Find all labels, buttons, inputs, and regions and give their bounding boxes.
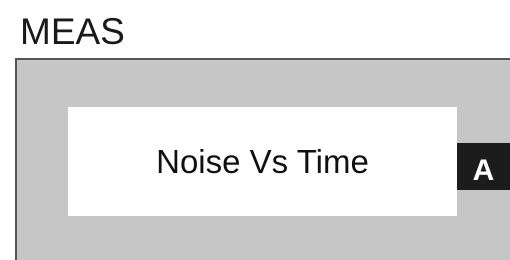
channel-a-badge: A bbox=[457, 143, 510, 190]
noise-vs-time-label: Noise Vs Time bbox=[156, 142, 369, 180]
noise-vs-time-button[interactable]: Noise Vs Time bbox=[68, 107, 457, 216]
meas-title: MEAS bbox=[20, 11, 125, 52]
